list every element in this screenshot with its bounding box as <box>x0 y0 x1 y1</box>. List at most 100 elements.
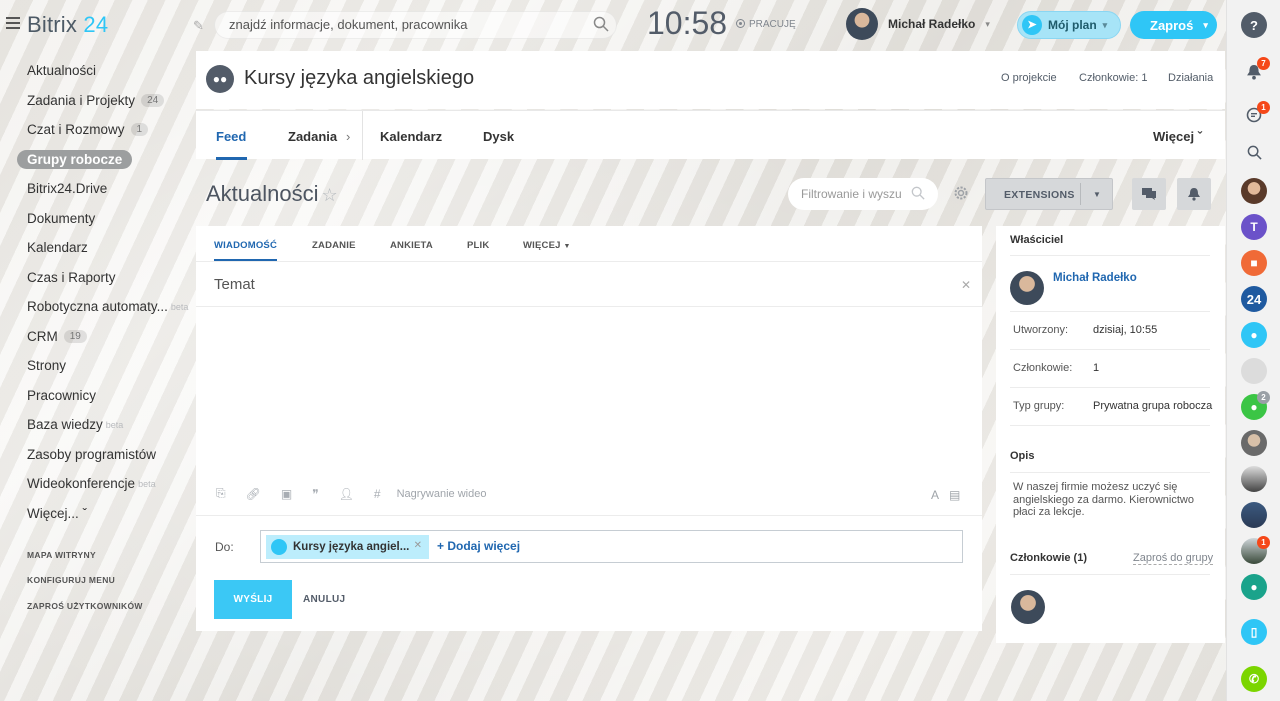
link-icon[interactable]: 🔗︎ <box>246 487 261 501</box>
work-status[interactable]: PRACUJĘ <box>736 19 796 30</box>
sidebar-item-label: Grupy robocze <box>17 149 133 169</box>
search-input[interactable]: znajdź informacje, dokument, pracownika <box>214 11 617 39</box>
logo[interactable]: Bitrix 24 <box>27 12 108 38</box>
sidebar-item[interactable]: Dokumenty <box>17 204 192 234</box>
sidebar-item[interactable]: Grupy robocze <box>17 145 192 175</box>
star-icon[interactable]: ☆ <box>322 185 338 205</box>
tab-feed[interactable]: Feed <box>216 129 246 144</box>
avatar[interactable] <box>1241 178 1267 204</box>
user-letter-icon[interactable]: T <box>1241 214 1267 240</box>
hashtag-icon[interactable]: # <box>374 487 381 501</box>
text-format-icon[interactable]: A <box>931 488 939 502</box>
sidebar-item[interactable]: Wideokonferencje beta <box>17 469 192 499</box>
invite-button[interactable]: Zaproś ▾ <box>1130 11 1217 39</box>
form-tab-poll[interactable]: ANKIETA <box>390 240 433 251</box>
sidebar-item[interactable]: Więcej... ˇ <box>17 499 192 529</box>
topic-field[interactable]: Temat <box>214 276 255 293</box>
bitrix24-icon[interactable]: 24 <box>1241 286 1267 312</box>
quote-icon[interactable]: ❞ <box>312 487 318 501</box>
extensions-button[interactable]: EXTENSIONS ▼ <box>985 178 1113 210</box>
search-icon[interactable] <box>593 16 609 32</box>
avatar[interactable] <box>1241 502 1267 528</box>
sidebar-item[interactable]: Bitrix24.Drive <box>17 174 192 204</box>
gear-icon[interactable] <box>953 185 969 201</box>
recipient-chip[interactable]: Kursy języka angiel... ✕ <box>266 535 429 559</box>
status-label: PRACUJĘ <box>749 19 796 30</box>
sidebar-item[interactable]: CRM 19 <box>17 322 192 352</box>
form-tab-message[interactable]: WIADOMOŚĆ <box>214 240 277 251</box>
form-tab-task[interactable]: ZADANIE <box>312 240 356 251</box>
tab-more[interactable]: Więcej ˇ <box>1153 129 1202 144</box>
sidebar-item[interactable]: Czas i Raporty <box>17 263 192 293</box>
logo-text: Bitrix <box>27 12 78 37</box>
recipients-field[interactable]: Kursy języka angiel... ✕ + Dodaj więcej <box>260 530 963 563</box>
sidebar-item[interactable]: Zadania i Projekty 24 <box>17 86 192 116</box>
send-button[interactable]: WYŚLIJ <box>214 580 292 619</box>
sidebar-item[interactable]: Kalendarz <box>17 233 192 263</box>
sidebar-item[interactable]: Robotyczna automaty... beta <box>17 292 192 322</box>
section-title-text: Aktualności <box>206 181 319 206</box>
about-project-link[interactable]: O projekcie <box>1001 72 1057 84</box>
avatar[interactable] <box>1011 590 1045 624</box>
divider <box>1010 472 1210 473</box>
avatar[interactable] <box>1241 430 1267 456</box>
chat-button[interactable] <box>1132 178 1166 210</box>
menu-burger-icon[interactable] <box>6 17 20 29</box>
tab-disk[interactable]: Dysk <box>483 129 514 144</box>
mention-icon[interactable]: 👤︎ <box>339 487 354 501</box>
counter-badge: 19 <box>63 329 87 343</box>
search-icon[interactable] <box>1241 139 1267 165</box>
tab-tasks[interactable]: Zadania <box>288 129 337 144</box>
tab-calendar[interactable]: Kalendarz <box>380 129 442 144</box>
sidebar-item[interactable]: Baza wiedzy beta <box>17 410 192 440</box>
sidebar-item[interactable]: Czat i Rozmowy 1 <box>17 115 192 145</box>
avatar[interactable] <box>1241 466 1267 492</box>
search-icon[interactable] <box>911 186 925 200</box>
sidebar-item-label: Więcej... ˇ <box>27 505 88 521</box>
invite-to-group-link[interactable]: Zaproś do grupy <box>1133 552 1214 565</box>
menu-sub-link[interactable]: KONFIGURUJ MENU <box>17 568 192 594</box>
divider <box>1010 574 1210 575</box>
menu-sub-link[interactable]: ZAPROŚ UŻYTKOWNIKÓW <box>17 593 192 619</box>
follow-button[interactable] <box>1177 178 1211 210</box>
recipient-chip-label: Kursy języka angiel... <box>293 541 410 553</box>
form-tab-file[interactable]: PLIK <box>467 240 489 251</box>
cancel-button[interactable]: ANULUJ <box>303 594 345 605</box>
add-more-link[interactable]: + Dodaj więcej <box>437 539 520 553</box>
avatar[interactable] <box>1241 358 1267 384</box>
user-badge: 2 <box>1257 391 1270 404</box>
my-plan-button[interactable]: ➤ Mój plan ▾ <box>1017 11 1121 39</box>
description-text: W naszej firmie możesz uczyć się angiels… <box>1013 481 1194 519</box>
menu-sub-link[interactable]: MAPA WITRYNY <box>17 542 192 568</box>
form-tab-more[interactable]: WIĘCEJ ▼ <box>523 240 571 251</box>
editor-toolbar-right: A ▤ <box>931 488 960 502</box>
user-menu[interactable]: Michał Radełko ▾ <box>846 8 990 40</box>
record-video-button[interactable]: Nagrywanie wideo <box>397 488 487 500</box>
pencil-icon[interactable]: ✎ <box>193 18 204 34</box>
sidebar-item[interactable]: Zasoby programistów <box>17 440 192 470</box>
file-icon[interactable]: ⎘ <box>216 486 226 501</box>
help-icon[interactable]: ? <box>1241 12 1267 38</box>
phone-icon[interactable]: ✆ <box>1241 666 1267 692</box>
avatar[interactable] <box>1010 271 1044 305</box>
members-link[interactable]: Członkowie: 1 <box>1079 72 1147 84</box>
close-icon[interactable]: ✕ <box>961 278 971 292</box>
sidebar-item[interactable]: Strony <box>17 351 192 381</box>
phone-book-icon[interactable]: ▯ <box>1241 619 1267 645</box>
video-call-icon[interactable]: ■ <box>1241 250 1267 276</box>
sidebar-item[interactable]: Pracownicy <box>17 381 192 411</box>
video-icon[interactable]: ▣ <box>281 487 292 501</box>
user-clock-icon[interactable]: ● <box>1241 322 1267 348</box>
user-icon[interactable]: ● <box>1241 574 1267 600</box>
panel-icon[interactable]: ▤ <box>949 488 960 502</box>
actions-link[interactable]: Działania <box>1168 72 1213 84</box>
group-icon <box>271 539 287 555</box>
owner-name[interactable]: Michał Radełko <box>1053 272 1137 284</box>
chevron-down-icon[interactable]: ▼ <box>1093 190 1101 199</box>
sidebar-item[interactable]: Aktualności <box>17 56 192 86</box>
chevron-right-icon[interactable]: › <box>346 129 350 144</box>
close-icon[interactable]: ✕ <box>414 540 422 551</box>
sidebar-item-label: Robotyczna automaty... <box>27 299 168 315</box>
created-label: Utworzony: <box>1013 324 1069 336</box>
recipients-label: Do: <box>215 540 234 554</box>
